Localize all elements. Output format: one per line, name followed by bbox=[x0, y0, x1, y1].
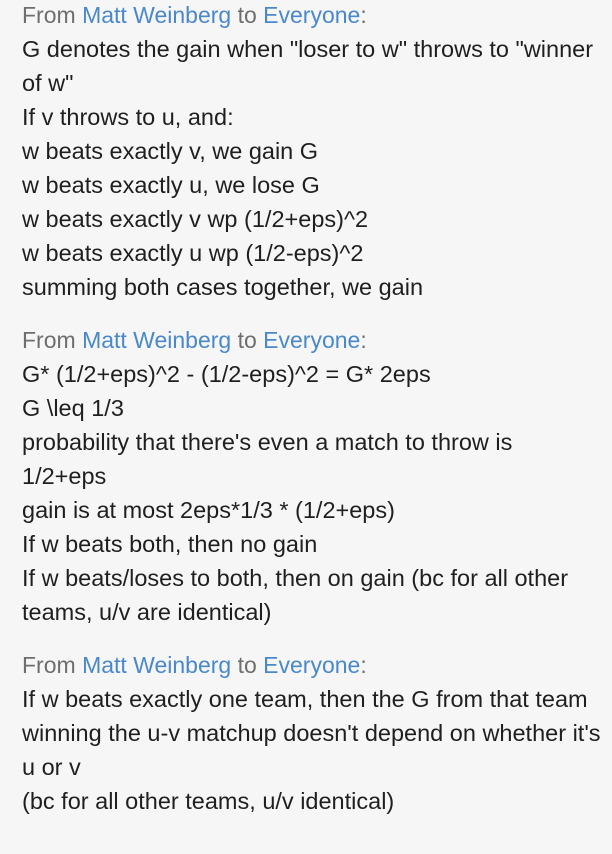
message-line: summing both cases together, we gain bbox=[22, 274, 424, 300]
recipient-name[interactable]: Everyone bbox=[263, 2, 360, 28]
sender-name[interactable]: Matt Weinberg bbox=[82, 327, 231, 353]
recipient-name[interactable]: Everyone bbox=[263, 327, 360, 353]
header-colon: : bbox=[360, 652, 367, 678]
message-line: probability that there's even a match to… bbox=[22, 429, 519, 489]
message-line: G denotes the gain when "loser to w" thr… bbox=[22, 36, 600, 96]
message-line: gain is at most 2eps*1/3 * (1/2+eps) bbox=[22, 497, 395, 523]
message-line: If w beats both, then no gain bbox=[22, 531, 318, 557]
message-line: w beats exactly u, we lose G bbox=[22, 172, 320, 198]
sender-name[interactable]: Matt Weinberg bbox=[82, 2, 231, 28]
message-header: From Matt Weinberg to Everyone: bbox=[22, 651, 612, 680]
message-line: w beats exactly u wp (1/2-eps)^2 bbox=[22, 240, 364, 266]
message-line: If w beats/loses to both, then on gain (… bbox=[22, 565, 575, 625]
to-label: to bbox=[237, 652, 257, 678]
message-line: G* (1/2+eps)^2 - (1/2-eps)^2 = G* 2eps bbox=[22, 361, 431, 387]
message-line: If w beats exactly one team, then the G … bbox=[22, 686, 608, 780]
message-line: If v throws to u, and: bbox=[22, 104, 234, 130]
message-line: w beats exactly v, we gain G bbox=[22, 138, 319, 164]
message-line: G \leq 1/3 bbox=[22, 395, 124, 421]
message-line: w beats exactly v wp (1/2+eps)^2 bbox=[22, 206, 369, 232]
chat-message: From Matt Weinberg to Everyone: If w bea… bbox=[22, 651, 612, 818]
recipient-name[interactable]: Everyone bbox=[263, 652, 360, 678]
message-header: From Matt Weinberg to Everyone: bbox=[22, 326, 612, 355]
from-label: From bbox=[22, 2, 76, 28]
chat-message: From Matt Weinberg to Everyone: G* (1/2+… bbox=[22, 326, 612, 629]
to-label: to bbox=[237, 2, 257, 28]
message-line: (bc for all other teams, u/v identical) bbox=[22, 788, 395, 814]
from-label: From bbox=[22, 652, 76, 678]
to-label: to bbox=[237, 327, 257, 353]
chat-message: From Matt Weinberg to Everyone: G denote… bbox=[22, 0, 612, 304]
message-header: From Matt Weinberg to Everyone: bbox=[22, 0, 612, 30]
sender-name[interactable]: Matt Weinberg bbox=[82, 652, 231, 678]
from-label: From bbox=[22, 327, 76, 353]
chat-transcript: From Matt Weinberg to Everyone: G denote… bbox=[0, 0, 612, 818]
header-colon: : bbox=[360, 327, 367, 353]
header-colon: : bbox=[360, 2, 367, 28]
